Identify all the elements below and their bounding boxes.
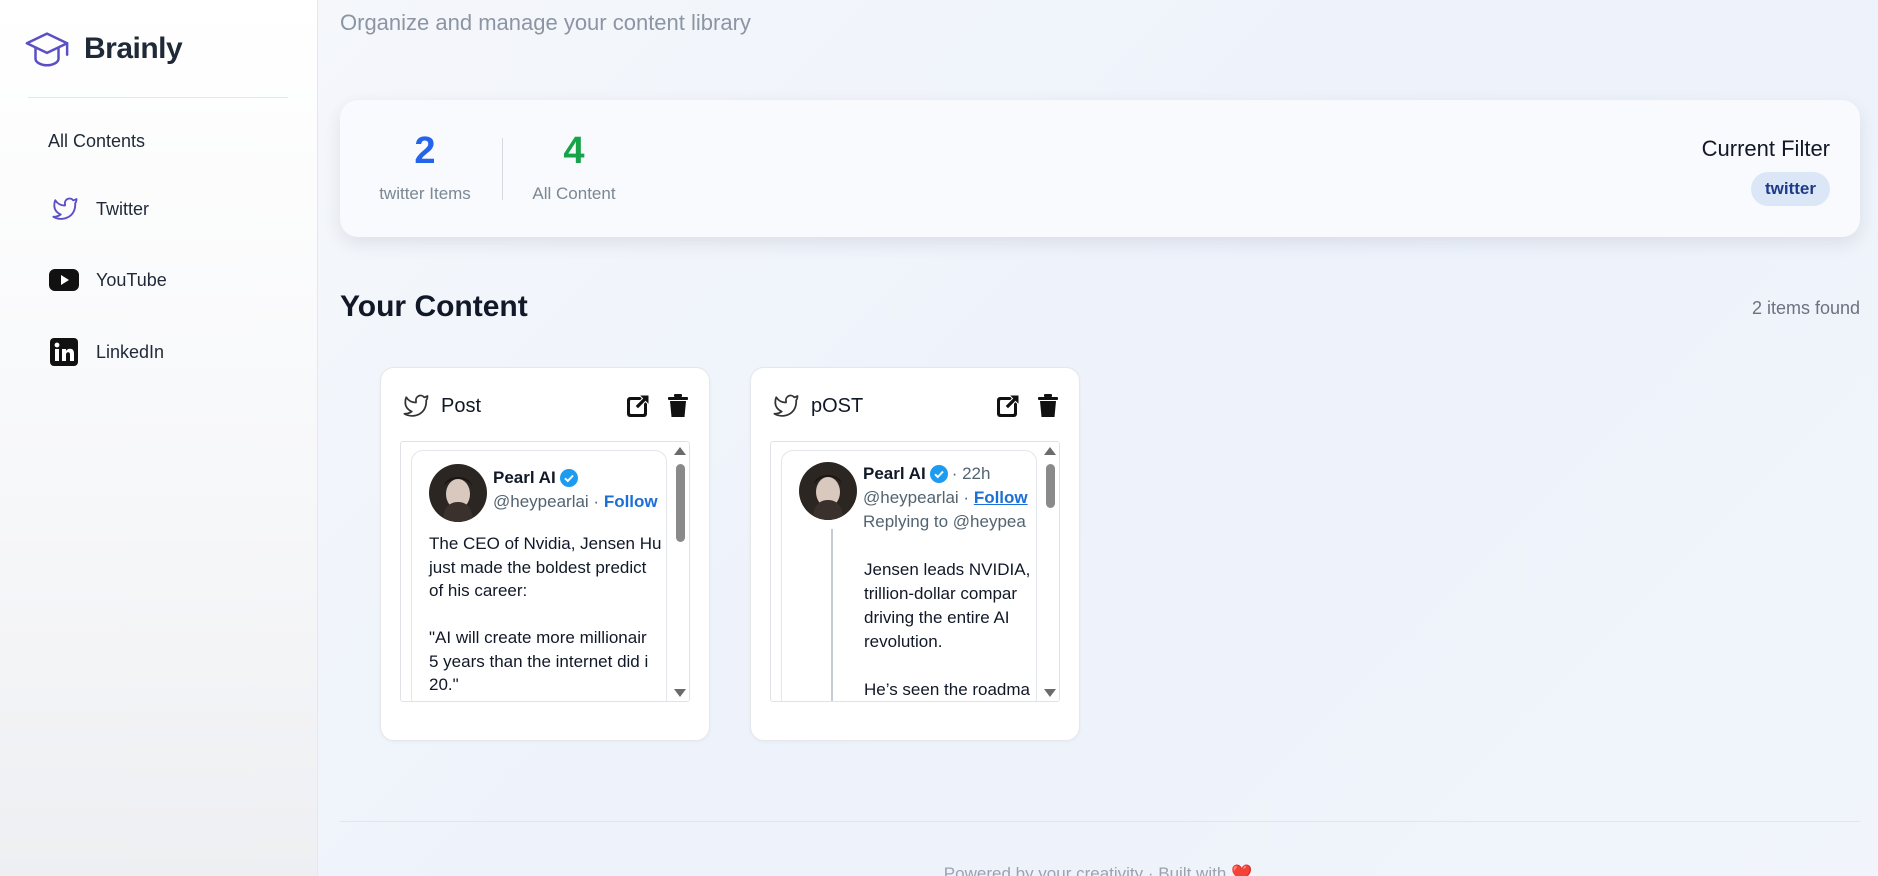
scrollbar[interactable] (673, 442, 689, 701)
filter-badge[interactable]: twitter (1751, 172, 1830, 206)
sidebar-item-label: LinkedIn (96, 341, 165, 362)
sidebar-item-label: All Contents (48, 131, 146, 151)
scrollbar-thumb[interactable] (1046, 464, 1055, 508)
footer-divider (340, 821, 1860, 822)
tweet-handle: @heypearlai · Follow (493, 492, 658, 511)
current-filter-title: Current Filter (1701, 136, 1830, 161)
youtube-icon (48, 264, 80, 296)
tweet-text: Jensen leads NVIDIA, trillion-dollar com… (864, 560, 1031, 699)
trash-icon[interactable] (1035, 393, 1061, 419)
sidebar-item-all-contents[interactable]: All Contents (48, 131, 145, 152)
thread-line (831, 529, 833, 701)
stat-twitter-items: 2 twitter Items (370, 132, 480, 204)
scrollbar-thumb[interactable] (676, 464, 685, 542)
card-actions (995, 393, 1061, 419)
follow-link[interactable]: Follow (974, 488, 1028, 507)
verified-badge-icon (929, 465, 948, 483)
linkedin-icon (48, 336, 80, 368)
tweet-author-name[interactable]: Pearl AI · 22h (863, 464, 1028, 484)
content-card: Post Pearl AI @heypearlai · Follow The C… (380, 367, 710, 741)
follow-link[interactable]: Follow (604, 492, 658, 511)
stats-card: 2 twitter Items 4 All Content Current Fi… (340, 100, 1860, 237)
items-count: 2 items found (1751, 298, 1860, 318)
page-subtitle: Organize and manage your content library (340, 10, 751, 35)
stat-label: twitter Items (379, 184, 471, 203)
sidebar-item-linkedin[interactable]: LinkedIn (48, 336, 164, 368)
card-header: Post (399, 388, 691, 424)
tweet-timestamp[interactable]: · 22h (952, 464, 991, 484)
card-title: pOST (811, 394, 864, 417)
card-title: Post (441, 394, 482, 417)
card-actions (625, 393, 691, 419)
stat-value: 4 (563, 130, 585, 172)
scroll-up-arrow-icon[interactable] (674, 447, 686, 455)
brand-name: Brainly (84, 32, 183, 65)
sidebar-item-label: Twitter (96, 198, 150, 219)
main-content: Organize and manage your content library… (318, 0, 1878, 876)
tweet-author-name[interactable]: Pearl AI (493, 468, 658, 488)
avatar[interactable] (799, 462, 857, 520)
tweet-handle: @heypearlai · Follow (863, 488, 1028, 507)
sidebar-divider (28, 97, 288, 98)
footer-text: Powered by your creativity · Built with … (943, 864, 1253, 876)
tweet: Pearl AI · 22h @heypearlai · Follow Repl… (781, 450, 1037, 701)
stat-label: All Content (532, 184, 616, 203)
twitter-bird-icon (403, 394, 429, 417)
scroll-up-arrow-icon[interactable] (1044, 447, 1056, 455)
content-card: pOST Pearl AI · 22h @heypearlai · Follow… (750, 367, 1080, 741)
stat-divider (502, 138, 503, 200)
reply-context[interactable]: Replying to @heypea (863, 512, 1028, 532)
scrollbar[interactable] (1043, 442, 1059, 701)
scroll-down-arrow-icon[interactable] (1044, 689, 1056, 697)
tweet-embed[interactable]: Pearl AI @heypearlai · Follow The CEO of… (400, 441, 690, 702)
tweet-text: The CEO of Nvidia, Jensen Hu just made t… (429, 534, 662, 694)
external-link-icon[interactable] (995, 393, 1021, 419)
trash-icon[interactable] (665, 393, 691, 419)
tweet-embed[interactable]: Pearl AI · 22h @heypearlai · Follow Repl… (770, 441, 1060, 702)
card-header: pOST (769, 388, 1061, 424)
avatar[interactable] (429, 464, 487, 522)
verified-badge-icon (559, 469, 578, 487)
graduation-cap-icon (25, 32, 69, 67)
sidebar-item-youtube[interactable]: YouTube (48, 264, 167, 296)
twitter-bird-icon (773, 394, 799, 417)
stat-all-content: 4 All Content (524, 132, 624, 204)
sidebar-item-label: YouTube (96, 269, 167, 290)
section-title: Your Content (340, 290, 528, 323)
sidebar-item-twitter[interactable]: Twitter (48, 193, 149, 225)
brand[interactable]: Brainly (24, 26, 183, 72)
twitter-bird-icon (48, 193, 80, 225)
sidebar: Brainly All Contents Twitter YouTube Lin… (0, 0, 318, 876)
scroll-down-arrow-icon[interactable] (674, 689, 686, 697)
tweet: Pearl AI @heypearlai · Follow The CEO of… (411, 450, 667, 701)
stat-value: 2 (414, 130, 436, 172)
external-link-icon[interactable] (625, 393, 651, 419)
